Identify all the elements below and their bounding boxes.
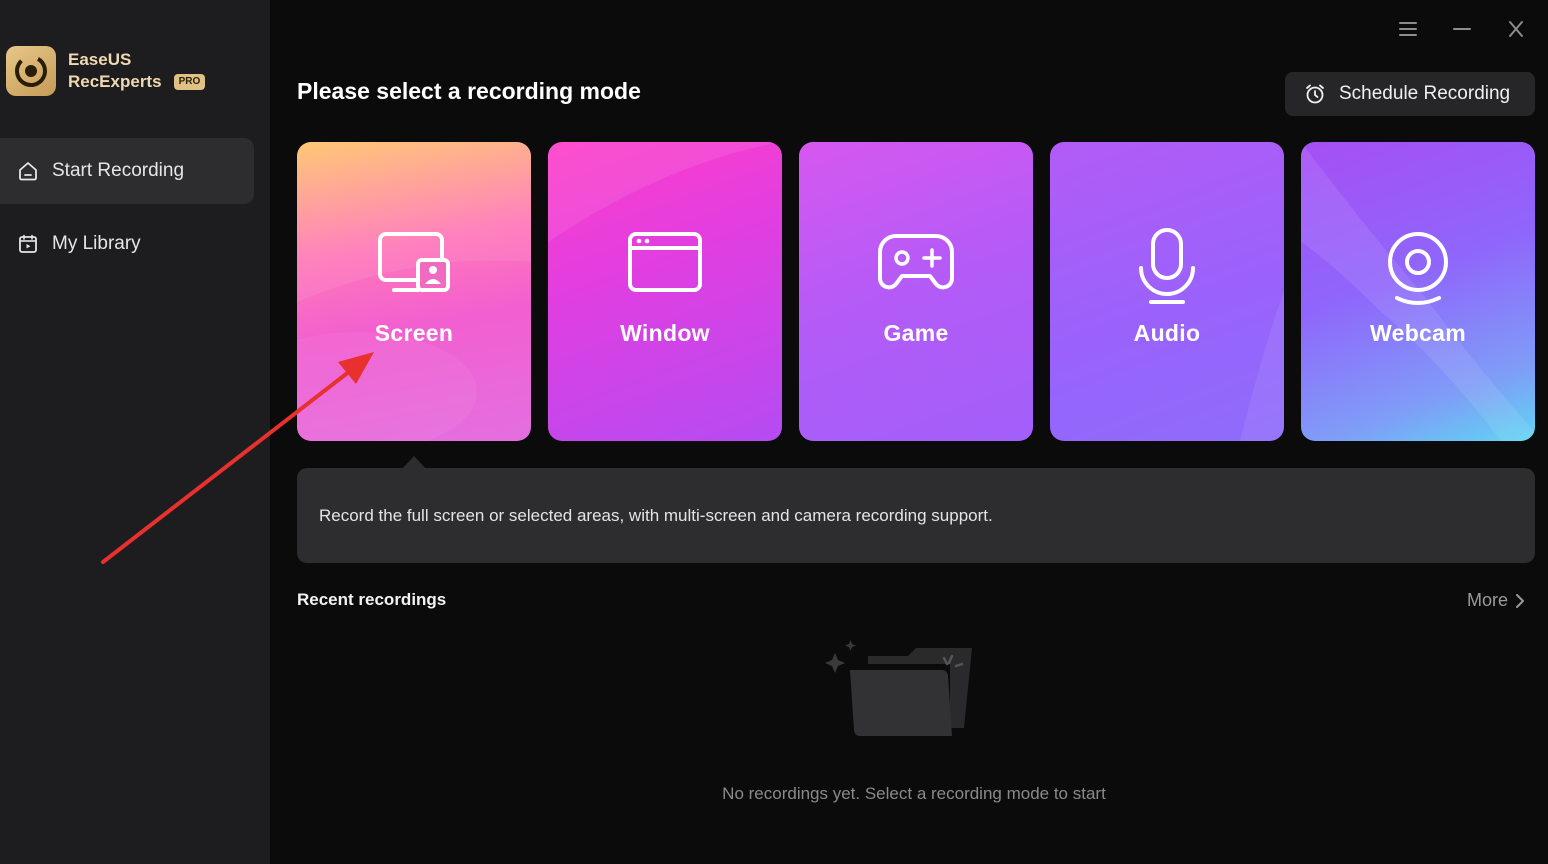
menu-icon [1399,22,1417,36]
brand: EaseUS RecExperts PRO [6,46,206,96]
empty-state-text: No recordings yet. Select a recording mo… [722,784,1106,803]
mode-card-game[interactable]: Game [799,142,1033,441]
mode-card-audio[interactable]: Audio [1050,142,1284,441]
sidebar-item-my-library[interactable]: My Library [0,211,254,277]
more-label: More [1467,590,1509,610]
mode-label: Audio [1133,320,1201,346]
mode-label: Window [620,320,710,346]
alarm-clock-icon [1303,82,1327,106]
brand-product: RecExperts [68,72,162,91]
mode-card-webcam[interactable]: Webcam [1301,142,1535,441]
schedule-recording-button[interactable]: Schedule Recording [1285,72,1535,116]
recent-recordings-title: Recent recordings [297,590,447,609]
screen-icon [297,228,531,296]
mode-description: Record the full screen or selected areas… [297,468,1535,563]
mode-label: Screen [374,320,454,346]
sidebar-item-label: Start Recording [52,160,185,181]
mode-description-text: Record the full screen or selected areas… [319,505,993,525]
close-icon [1509,21,1523,37]
webcam-icon [1301,228,1535,306]
brand-logo-icon [6,46,56,96]
chevron-right-icon [1514,593,1526,609]
gamepad-icon [799,228,1033,294]
microphone-icon [1050,228,1284,306]
mode-label: Game [883,320,949,346]
minimize-icon [1453,28,1471,30]
more-link[interactable]: More [1467,590,1526,611]
mode-card-window[interactable]: Window [548,142,782,441]
menu-button[interactable] [1392,14,1424,44]
mode-label: Webcam [1370,320,1466,346]
pro-badge: PRO [173,74,206,90]
window-icon [548,228,782,294]
sidebar-item-label: My Library [52,233,141,254]
sidebar: EaseUS RecExperts PRO Start Recording My… [0,0,270,864]
page-title: Please select a recording mode [297,78,641,104]
home-icon [16,159,40,183]
mode-card-screen[interactable]: Screen [297,142,531,441]
close-button[interactable] [1500,14,1532,44]
sidebar-item-start-recording[interactable]: Start Recording [0,138,254,204]
minimize-button[interactable] [1446,14,1478,44]
schedule-recording-label: Schedule Recording [1339,83,1511,104]
brand-name: EaseUS [68,50,132,69]
library-icon [16,232,40,256]
empty-folder-icon [822,636,982,746]
